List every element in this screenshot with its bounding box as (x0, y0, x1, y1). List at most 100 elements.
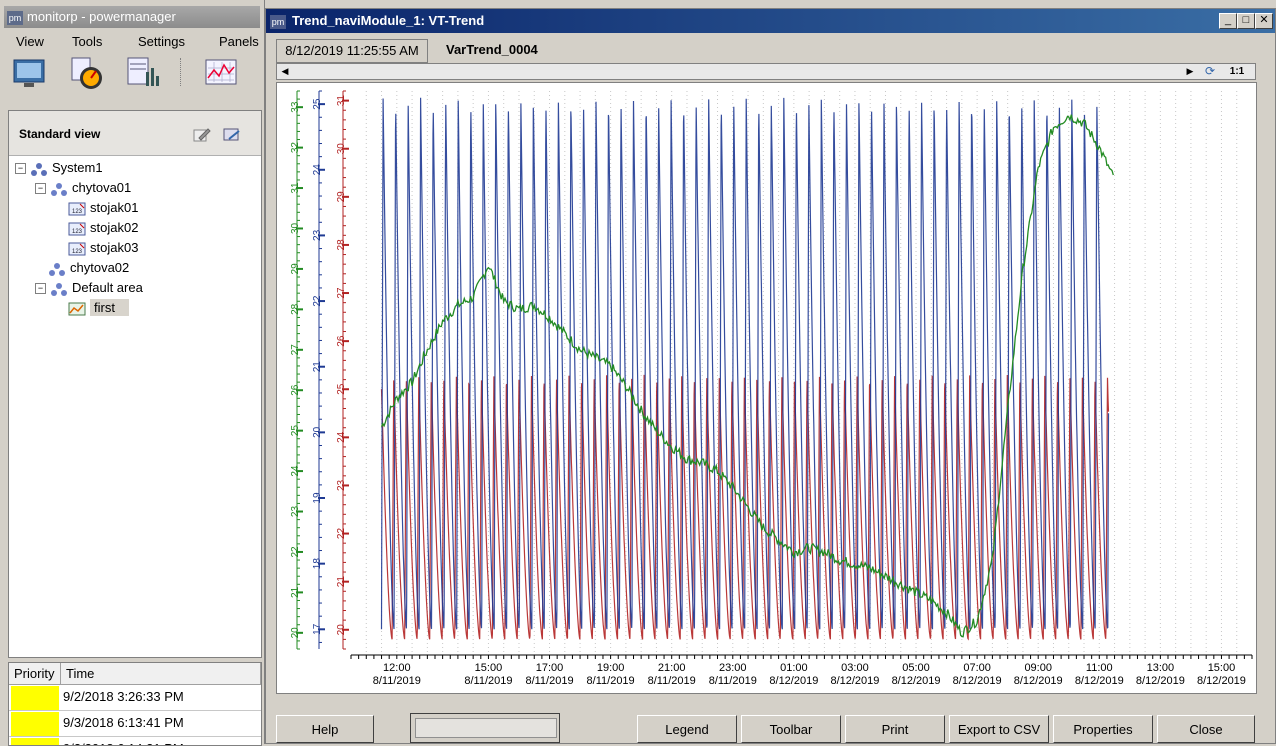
y-tick-label: 20 (336, 624, 347, 636)
tree-node[interactable]: chytova02 (35, 259, 129, 277)
alarm-time: 9/2/2018 3:26:33 PM (63, 689, 184, 704)
y-tick-label: 27 (336, 287, 347, 299)
view-title: Standard view (19, 127, 101, 141)
scroll-right-arrow-icon[interactable]: ▶ (1183, 64, 1197, 79)
tree-node[interactable]: 123 stojak03 (55, 239, 138, 257)
main-window-titlebar[interactable]: pm monitorp - powermanager (4, 6, 260, 28)
menu-view[interactable]: View (16, 34, 44, 49)
x-tick-time: 01:00 (780, 662, 808, 674)
alarm-time: 9/3/2018 6:13:41 PM (63, 715, 184, 730)
x-tick-time: 13:00 (1147, 662, 1175, 674)
time-column-header[interactable]: Time (61, 663, 261, 685)
x-tick-time: 09:00 (1024, 662, 1052, 674)
properties-button[interactable]: Properties (1053, 715, 1153, 743)
trend-chart-icon[interactable] (204, 56, 238, 90)
configure-view-icon[interactable] (223, 127, 241, 143)
x-tick-date: 8/11/2019 (709, 675, 757, 687)
tree-node[interactable]: 123 stojak01 (55, 199, 138, 217)
time-scrollbar[interactable]: ◀ ▶ ⟳ 1:1 (276, 63, 1256, 80)
tree-node-label: chytova01 (72, 180, 132, 195)
x-tick-time: 21:00 (658, 662, 686, 674)
x-tick-date: 8/12/2019 (953, 675, 1002, 687)
y-tick-label: 21 (290, 586, 301, 598)
menu-tools[interactable]: Tools (72, 34, 102, 49)
refresh-icon[interactable]: ⟳ (1201, 64, 1219, 79)
trend-variable-name: VarTrend_0004 (446, 42, 538, 57)
close-button[interactable]: Close (1157, 715, 1255, 743)
tree-expander-icon[interactable]: − (35, 183, 46, 195)
y-tick-label: 28 (336, 239, 347, 251)
alarm-row[interactable]: 9/2/2018 3:26:33 PM (9, 685, 261, 711)
trend-window-logo-icon: pm (270, 14, 286, 29)
y-tick-label: 22 (312, 295, 323, 307)
y-tick-label: 29 (290, 263, 301, 275)
maximize-button[interactable]: □ (1237, 13, 1255, 29)
navigation-tree-panel: Standard view − System1− chytova01 123 stoja… (8, 110, 262, 658)
close-window-button[interactable]: ✕ (1255, 13, 1273, 29)
tree-node-label: first (90, 299, 129, 316)
y-tick-label: 27 (290, 344, 301, 356)
x-tick-time: 23:00 (719, 662, 747, 674)
x-tick-date: 8/12/2019 (1014, 675, 1063, 687)
alarm-priority-indicator (11, 686, 59, 710)
gauge-tool-icon[interactable] (70, 56, 104, 90)
tree-node[interactable]: − System1 (15, 159, 103, 177)
edit-view-icon[interactable] (193, 127, 211, 143)
zoom-reset-button[interactable]: 1:1 (1223, 64, 1251, 79)
help-button[interactable]: Help (276, 715, 374, 743)
tree-node[interactable]: 123 stojak02 (55, 219, 138, 237)
tree-expander-icon (55, 224, 64, 233)
tree-node-label: System1 (52, 160, 103, 175)
x-tick-date: 8/11/2019 (373, 675, 421, 687)
tree-node[interactable]: first (55, 299, 129, 317)
y-tick-label: 31 (336, 95, 347, 107)
scroll-left-arrow-icon[interactable]: ◀ (278, 64, 292, 79)
tree-node-label: stojak03 (90, 240, 139, 255)
y-tick-label: 23 (290, 506, 301, 518)
area-icon (51, 182, 67, 196)
x-tick-time: 03:00 (841, 662, 869, 674)
tree-expander-icon (55, 244, 64, 253)
y-tick-label: 32 (290, 142, 301, 154)
tree-expander-icon (35, 264, 44, 273)
y-tick-label: 22 (290, 546, 301, 558)
x-tick-date: 8/12/2019 (892, 675, 941, 687)
tree-expander-icon[interactable]: − (35, 283, 46, 295)
tree-node[interactable]: − chytova01 (35, 179, 131, 197)
print-button[interactable]: Print (845, 715, 945, 743)
export-csv-button[interactable]: Export to CSV (949, 715, 1049, 743)
main-application-window: pm monitorp - powermanager View Tools Set… (0, 0, 265, 746)
main-window-title: monitorp - powermanager (27, 9, 176, 24)
x-tick-date: 8/12/2019 (1136, 675, 1185, 687)
tree-expander-icon[interactable]: − (15, 163, 26, 175)
app-logo-icon: pm (7, 10, 23, 25)
trend-chart-area[interactable]: 12:00 8/11/2019 15:00 8/11/2019 17:00 8/11/20… (276, 82, 1257, 694)
menu-settings[interactable]: Settings (138, 34, 185, 49)
menu-panels[interactable]: Panels (219, 34, 259, 49)
variable-icon: 123 (68, 222, 86, 236)
trend-window-titlebar[interactable]: pm Trend_naviModule_1: VT-Trend (266, 9, 1275, 33)
status-field-inner (415, 718, 557, 738)
trend-window-title: Trend_naviModule_1: VT-Trend (292, 13, 485, 28)
current-timestamp: 8/12/2019 11:25:55 AM (276, 39, 428, 63)
tree-node[interactable]: − Default area (35, 279, 143, 297)
x-tick-date: 8/12/2019 (769, 675, 818, 687)
legend-button[interactable]: Legend (637, 715, 737, 743)
x-tick-date: 8/12/2019 (1197, 675, 1246, 687)
minimize-button[interactable]: _ (1219, 13, 1237, 29)
y-tick-label: 26 (336, 335, 347, 347)
tree-node-label: Default area (72, 280, 143, 295)
tree-header: Standard view (9, 111, 261, 156)
monitor-view-icon[interactable] (12, 56, 46, 90)
priority-column-header[interactable]: Priority (9, 663, 61, 685)
x-tick-date: 8/11/2019 (464, 675, 512, 687)
y-tick-label: 25 (290, 425, 301, 437)
table-report-icon[interactable] (126, 56, 160, 90)
toolbar-button[interactable]: Toolbar (741, 715, 841, 743)
alarm-row[interactable]: 9/3/2018 6:13:41 PM (9, 711, 261, 737)
trend-icon (68, 302, 86, 316)
x-tick-date: 8/11/2019 (525, 675, 573, 687)
y-tick-label: 33 (290, 101, 301, 113)
y-tick-label: 25 (312, 98, 323, 110)
y-tick-label: 19 (312, 492, 323, 504)
